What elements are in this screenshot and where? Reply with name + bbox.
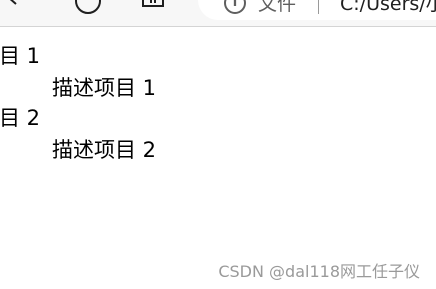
back-arrow-icon[interactable]: [2, 0, 24, 8]
info-icon[interactable]: i: [224, 0, 246, 14]
list-term: 项目 2: [0, 106, 41, 130]
address-divider: [318, 0, 319, 14]
refresh-icon[interactable]: [75, 0, 101, 14]
address-bar[interactable]: i 文件 C:/Users/小: [198, 0, 436, 20]
list-description: 描述项目 1: [52, 76, 157, 100]
home-icon[interactable]: [142, 0, 164, 7]
page: i 文件 C:/Users/小 项目 1 描述项目 1 项目 2 描述项目 2 …: [0, 0, 436, 289]
address-file-label: 文件: [258, 0, 297, 15]
list-term: 项目 1: [0, 44, 41, 68]
csdn-watermark: CSDN @dal118网工任子仪: [218, 262, 420, 281]
address-url[interactable]: C:/Users/小: [340, 0, 436, 16]
list-description: 描述项目 2: [52, 138, 157, 162]
browser-toolbar: i 文件 C:/Users/小: [0, 0, 436, 27]
